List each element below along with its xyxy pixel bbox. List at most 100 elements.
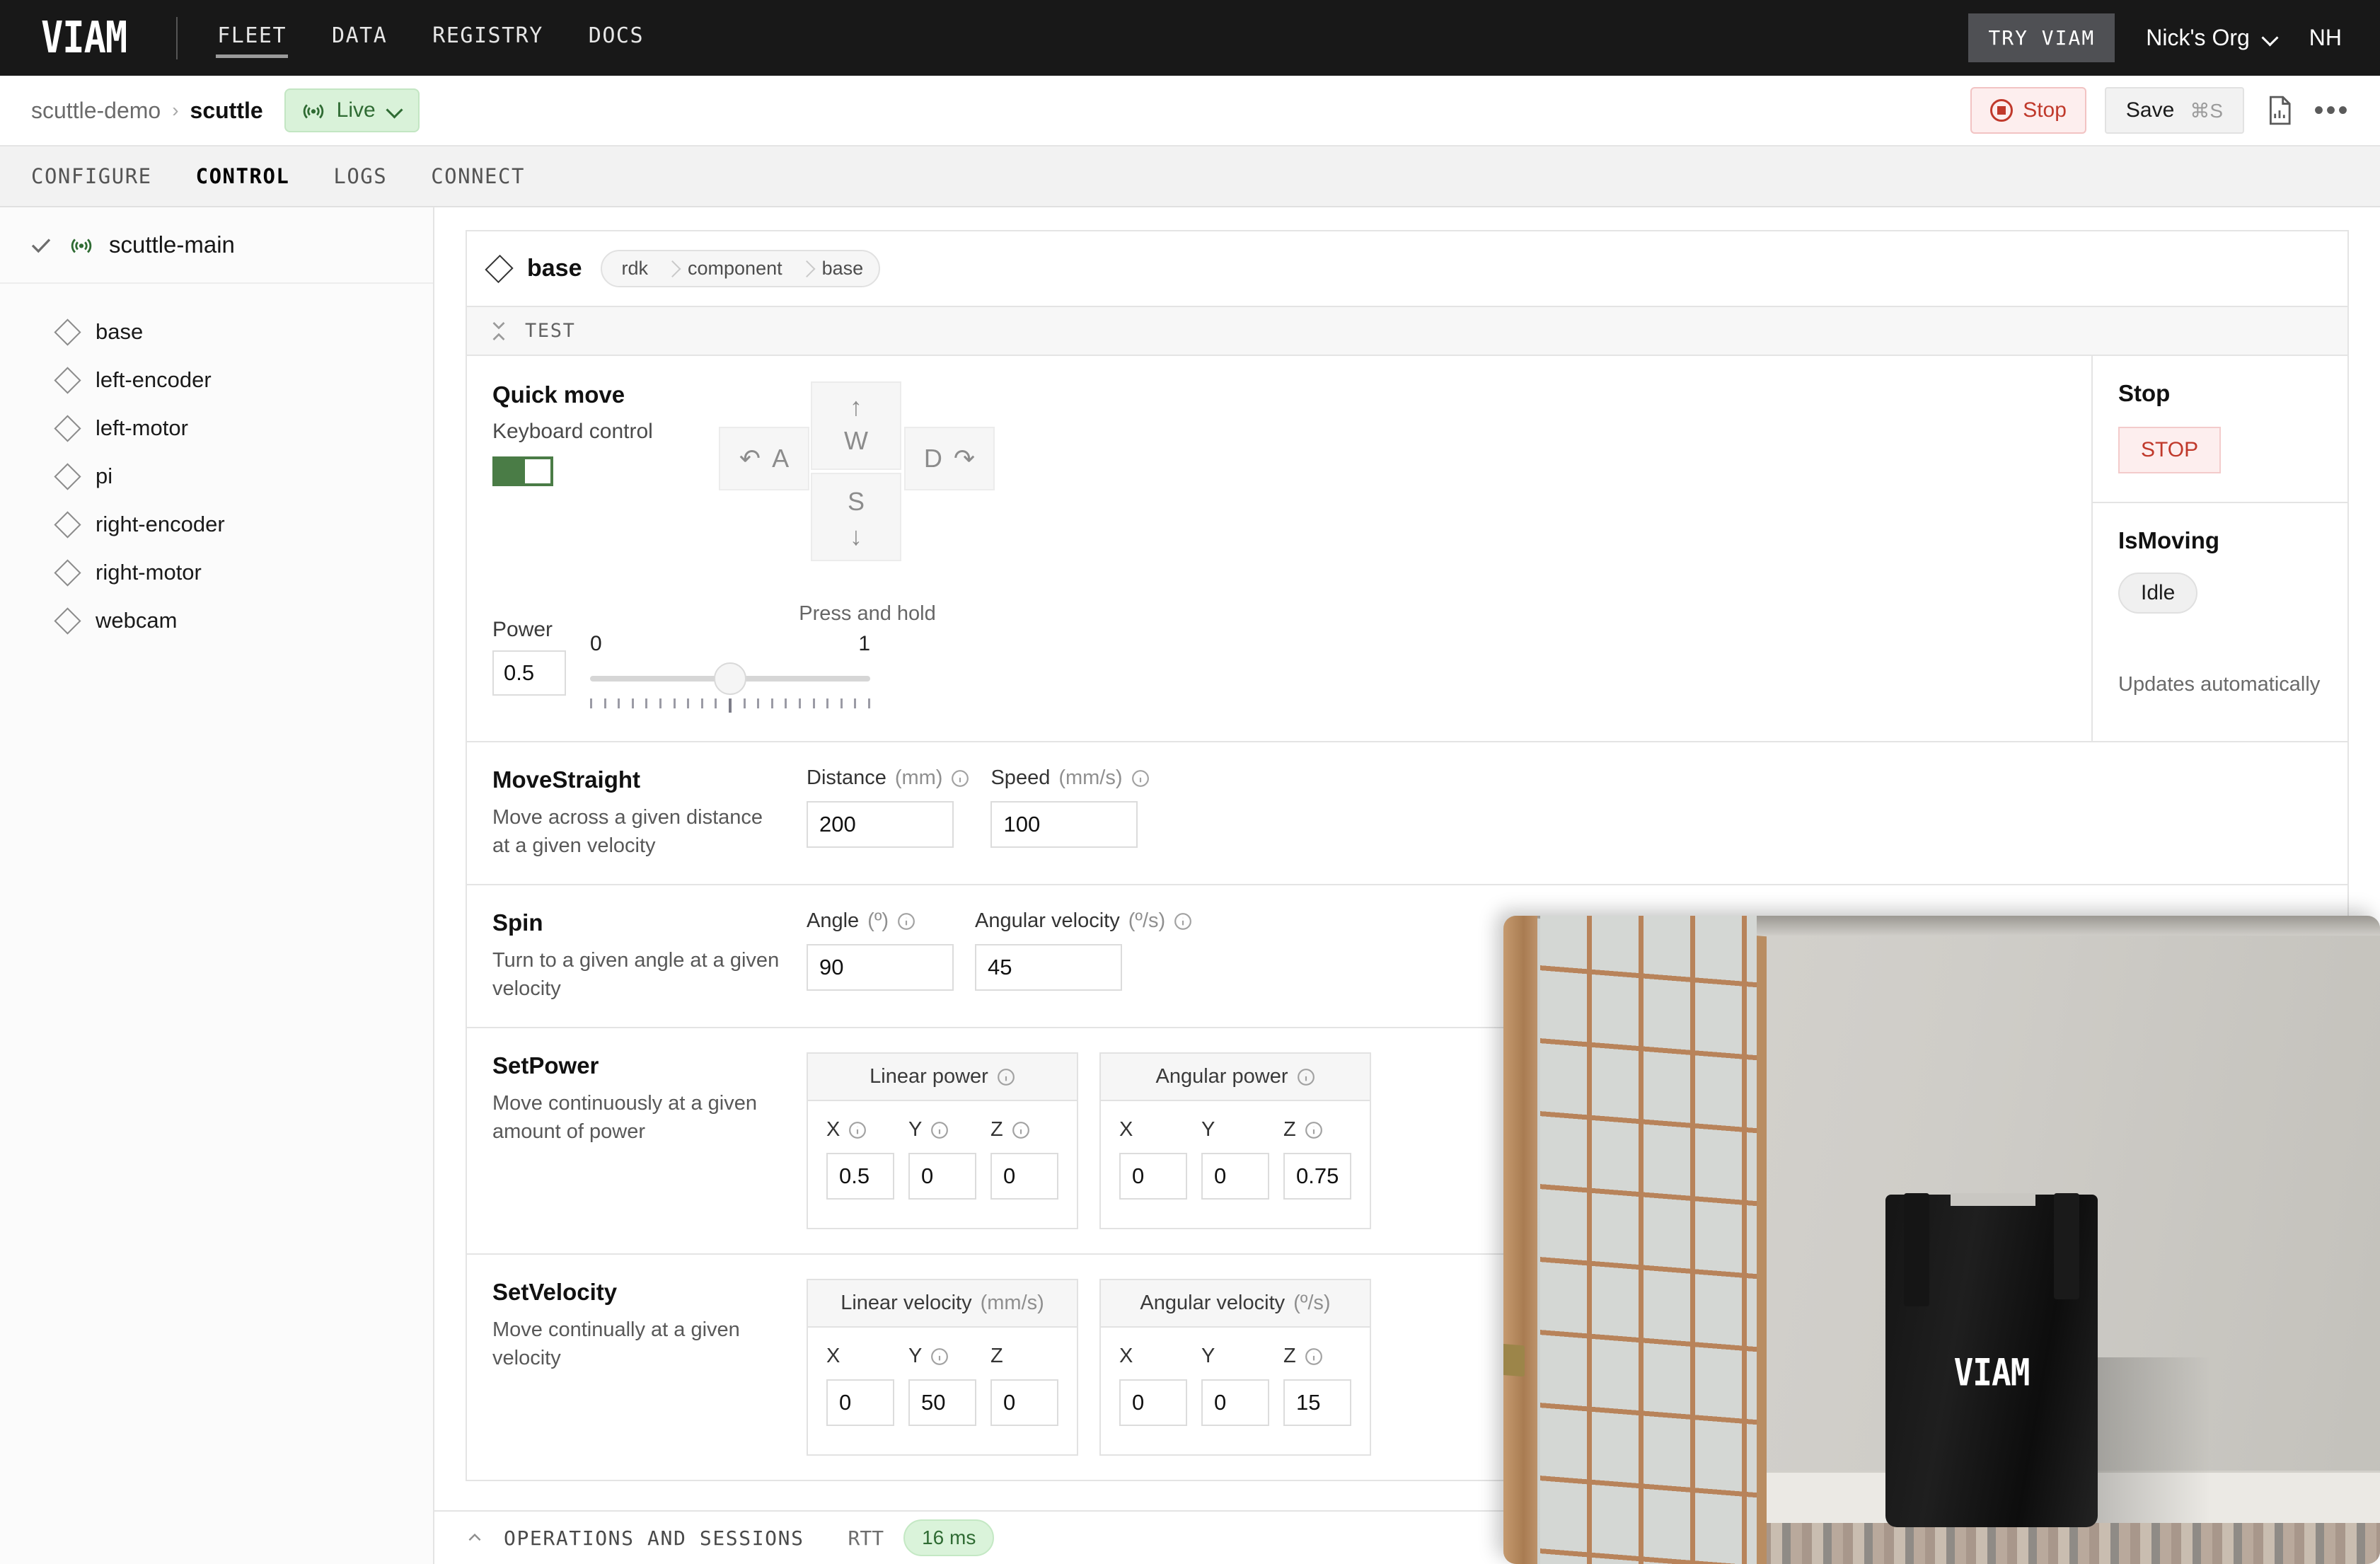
power-slider-thumb[interactable] xyxy=(714,662,746,695)
info-icon[interactable] xyxy=(997,1068,1015,1086)
angular-power-group: Angular power X 0 Y 0 Z 0.75 xyxy=(1099,1052,1371,1230)
stop-button[interactable]: Stop xyxy=(1970,87,2086,134)
angular-velocity-z-input[interactable] xyxy=(1283,1379,1351,1427)
nav-link-registry[interactable]: REGISTRY xyxy=(429,18,546,58)
sidebar-item-pi[interactable]: pi xyxy=(0,452,433,500)
org-selector[interactable]: Nick's Org xyxy=(2146,25,2278,51)
sidebar-item-left-encoder[interactable]: left-encoder xyxy=(0,356,433,404)
axis-label: Z xyxy=(1283,1118,1296,1142)
distance-input[interactable] xyxy=(807,801,954,848)
tab-connect[interactable]: CONNECT xyxy=(431,164,525,188)
tab-configure[interactable]: CONFIGURE xyxy=(31,164,152,188)
key-a[interactable]: ↶ A xyxy=(719,427,809,490)
linear-power-y-input[interactable] xyxy=(908,1153,976,1200)
linear-power-z-input[interactable] xyxy=(990,1153,1058,1200)
info-icon[interactable] xyxy=(1174,912,1192,931)
component-name: base xyxy=(527,255,582,282)
nav-link-fleet[interactable]: FLEET xyxy=(214,18,289,58)
keyboard-control-toggle[interactable] xyxy=(492,456,553,486)
info-icon[interactable] xyxy=(1012,1121,1030,1139)
stop-action-button[interactable]: STOP xyxy=(2118,427,2222,473)
scene-bag-shadow xyxy=(2084,1357,2211,1527)
sidebar-item-left-motor[interactable]: left-motor xyxy=(0,404,433,452)
stop-circle-icon xyxy=(1990,99,2014,122)
axis-label: Y xyxy=(1201,1118,1215,1142)
ellipsis-icon: ••• xyxy=(2313,95,2350,126)
angular-power-x: X xyxy=(1119,1118,1187,1200)
info-icon[interactable] xyxy=(848,1121,867,1139)
app-root: VIAM FLEET DATA REGISTRY DOCS TRY VIAM N… xyxy=(0,0,2380,1564)
power-slider[interactable] xyxy=(590,662,870,695)
rotate-right-icon: ↷ xyxy=(953,444,976,473)
key-s[interactable]: S ↓ xyxy=(811,473,901,561)
info-icon[interactable] xyxy=(1297,1068,1315,1086)
nav-right-group: TRY VIAM Nick's Org NH xyxy=(1968,13,2349,62)
info-icon[interactable] xyxy=(930,1121,949,1139)
nav-link-docs[interactable]: DOCS xyxy=(586,18,647,58)
tab-logs[interactable]: LOGS xyxy=(333,164,387,188)
diamond-icon xyxy=(485,254,514,283)
ismoving-panel: IsMoving Idle Updates automatically xyxy=(2093,502,2347,725)
info-icon[interactable] xyxy=(951,769,969,788)
diamond-icon xyxy=(54,318,81,346)
breadcrumb-current: scuttle xyxy=(190,97,263,123)
try-viam-button[interactable]: TRY VIAM xyxy=(1968,13,2115,62)
power-slider-area: 0 1 xyxy=(590,618,2066,713)
tab-control[interactable]: CONTROL xyxy=(196,164,290,188)
info-icon[interactable] xyxy=(930,1347,949,1366)
key-w[interactable]: ↑ W xyxy=(811,381,901,470)
slider-min-label: 0 xyxy=(590,632,602,655)
speed-input[interactable] xyxy=(990,801,1138,848)
angular-velocity-y-input[interactable] xyxy=(1201,1379,1269,1427)
test-section-body: Quick move Keyboard control ↑ W S ↓ ↶ A … xyxy=(467,356,2347,741)
angular-velocity-y: Y xyxy=(1201,1345,1269,1427)
info-icon[interactable] xyxy=(1305,1347,1323,1366)
sidebar-machine-scuttle-main[interactable]: scuttle-main xyxy=(0,207,433,284)
test-section-header[interactable]: TEST xyxy=(467,307,2347,356)
power-label: Power xyxy=(492,618,553,641)
breadcrumb-parent[interactable]: scuttle-demo xyxy=(31,98,161,124)
save-button[interactable]: Save ⌘S xyxy=(2104,87,2244,134)
scene-shoji-frame xyxy=(1503,916,1537,1564)
document-stats-button[interactable] xyxy=(2263,93,2297,127)
angular-power-z-input[interactable] xyxy=(1283,1153,1351,1200)
rtt-label: RTT xyxy=(848,1526,884,1550)
slider-tick-marks xyxy=(590,698,870,713)
spin-title: Spin xyxy=(492,909,543,936)
chevron-down-icon xyxy=(387,103,403,118)
linear-velocity-z-input[interactable] xyxy=(990,1379,1058,1427)
angle-input[interactable] xyxy=(807,944,954,991)
angular-power-x-input[interactable] xyxy=(1119,1153,1187,1200)
info-icon[interactable] xyxy=(1131,769,1150,788)
angular-velocity-x-input[interactable] xyxy=(1119,1379,1187,1427)
avatar[interactable]: NH xyxy=(2309,25,2342,51)
camera-stream-overlay[interactable]: VIAM xyxy=(1503,916,2380,1564)
angular-velocity-header: Angular velocity (º/s) xyxy=(1101,1280,1370,1328)
sidebar-item-webcam[interactable]: webcam xyxy=(0,597,433,645)
live-status-dropdown[interactable]: Live xyxy=(284,88,420,132)
info-icon[interactable] xyxy=(1305,1121,1323,1139)
linear-power-x-input[interactable] xyxy=(826,1153,894,1200)
angular-velocity-x-label: X xyxy=(1119,1345,1187,1368)
test-left-column: Quick move Keyboard control ↑ W S ↓ ↶ A … xyxy=(467,356,2093,741)
info-icon[interactable] xyxy=(897,912,915,931)
operations-sessions-label: OPERATIONS AND SESSIONS xyxy=(504,1526,804,1550)
more-options-button[interactable]: ••• xyxy=(2313,93,2350,127)
spin-info: Spin Turn to a given angle at a given ve… xyxy=(492,909,807,1003)
key-d[interactable]: D ↷ xyxy=(904,427,995,490)
power-input[interactable] xyxy=(492,650,566,696)
sidebar-item-right-encoder[interactable]: right-encoder xyxy=(0,500,433,548)
linear-velocity-x-input[interactable] xyxy=(826,1379,894,1427)
viam-logo[interactable]: VIAM xyxy=(41,13,127,63)
sidebar-item-right-motor[interactable]: right-motor xyxy=(0,548,433,597)
setpower-description: Move continuously at a given amount of p… xyxy=(492,1092,757,1144)
updates-automatically-note: Updates automatically xyxy=(2118,673,2321,696)
rtt-value-badge: 16 ms xyxy=(903,1519,995,1556)
linear-velocity-x: X xyxy=(826,1345,894,1427)
angular-power-y-input[interactable] xyxy=(1201,1153,1269,1200)
nav-link-data[interactable]: DATA xyxy=(329,18,390,58)
sidebar-item-base[interactable]: base xyxy=(0,308,433,356)
angular-velocity-input[interactable] xyxy=(975,944,1122,991)
save-shortcut-label: ⌘S xyxy=(2190,99,2223,122)
linear-velocity-y-input[interactable] xyxy=(908,1379,976,1427)
